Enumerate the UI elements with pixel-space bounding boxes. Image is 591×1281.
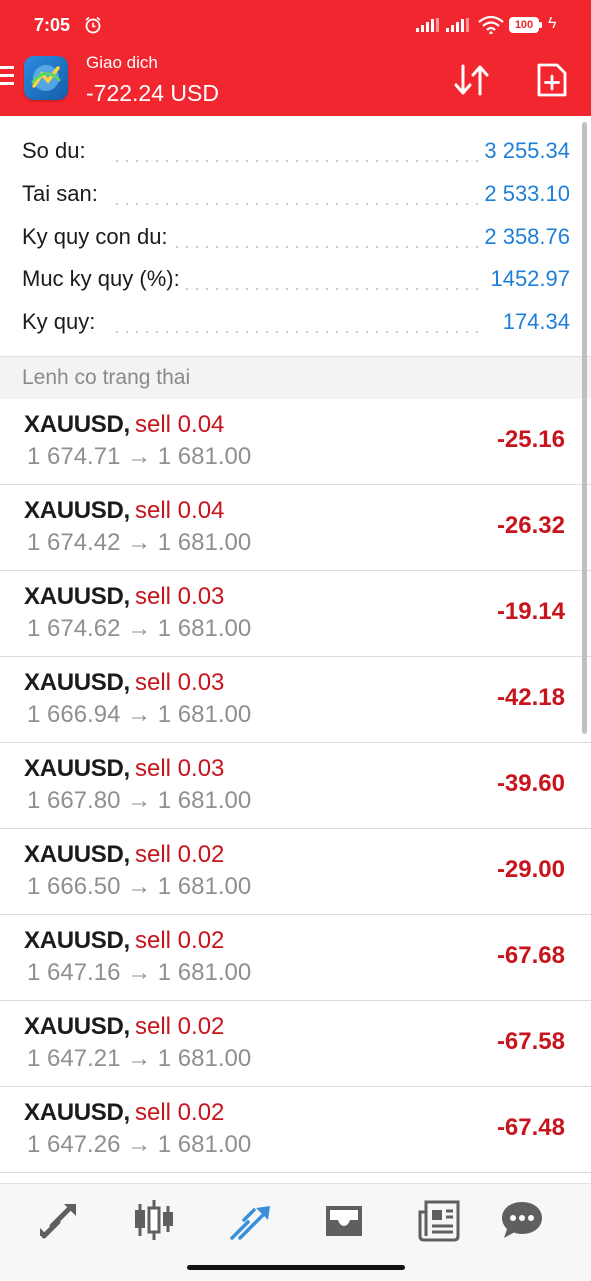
equity-label: Tai san: [22, 181, 104, 207]
quotes-arrows-icon[interactable] [36, 1198, 84, 1242]
wifi-icon [478, 16, 504, 34]
order-prices: 1 647.26 → 1 681.00 [27, 1131, 252, 1158]
order-symbol: XAUUSD, [24, 1099, 130, 1126]
margin-value: 174.34 [496, 309, 570, 335]
balance-label: So du: [22, 138, 92, 164]
order-profit: -39.60 [496, 770, 565, 797]
order-side: sell 0.03 [135, 583, 225, 610]
margin-level-label: Muc ky quy (%): [22, 266, 186, 292]
equity-row: Tai san: 2 533.10 [22, 173, 570, 215]
order-symbol: XAUUSD, [24, 755, 130, 782]
order-symbol: XAUUSD, [24, 411, 130, 438]
signal-icon [416, 18, 439, 32]
order-side: sell 0.04 [135, 411, 225, 438]
order-side: sell 0.02 [135, 927, 225, 954]
order-symbol: XAUUSD, [24, 497, 130, 524]
new-order-icon[interactable] [536, 62, 568, 98]
list-item[interactable]: XAUUSD, sell 0.02 1 647.26 → 1 681.00 -6… [0, 1087, 591, 1173]
margin-level-value: 1452.97 [484, 266, 570, 292]
margin-level-row: Muc ky quy (%): 1452.97 [22, 258, 570, 300]
positions-section-header: Lenh co trang thai [0, 356, 591, 400]
status-bar: 7:05 100 ϟ [0, 0, 591, 52]
order-prices: 1 647.16 → 1 681.00 [27, 959, 252, 986]
order-side: sell 0.03 [135, 755, 225, 782]
order-side: sell 0.03 [135, 669, 225, 696]
order-symbol: XAUUSD, [24, 927, 130, 954]
order-symbol: XAUUSD, [24, 669, 130, 696]
app-logo-icon [24, 56, 68, 100]
alarm-clock-icon [85, 16, 101, 34]
order-profit: -29.00 [496, 856, 565, 883]
section-title: Lenh co trang thai [22, 366, 191, 389]
order-symbol: XAUUSD, [24, 841, 130, 868]
order-prices: 1 667.80 → 1 681.00 [27, 787, 252, 814]
equity-value: 2 533.10 [478, 181, 570, 207]
order-side: sell 0.02 [135, 841, 225, 868]
balance-row: So du: 3 255.34 [22, 130, 570, 172]
floating-profit: -722.24 USD [86, 80, 219, 106]
free-margin-label: Ky quy con du: [22, 224, 174, 250]
list-item[interactable]: XAUUSD, sell 0.03 1 674.62 → 1 681.00 -1… [0, 571, 591, 657]
order-prices: 1 647.21 → 1 681.00 [27, 1045, 252, 1072]
order-prices: 1 674.42 → 1 681.00 [27, 529, 252, 556]
account-summary: So du: 3 255.34 Tai san: 2 533.10 Ky quy… [0, 116, 591, 356]
margin-row: Ky quy: 174.34 [22, 301, 570, 343]
list-item[interactable]: XAUUSD, sell 0.02 1 647.16 → 1 681.00 -6… [0, 915, 591, 1001]
order-profit: -25.16 [496, 426, 565, 453]
top-bar: 7:05 100 ϟ Giao dich -722.24 USD [0, 0, 591, 116]
order-prices: 1 674.71 → 1 681.00 [27, 443, 252, 470]
order-profit: -67.48 [496, 1114, 565, 1141]
list-item[interactable]: XAUUSD, sell 0.02 1 647.21 → 1 681.00 -6… [0, 1001, 591, 1087]
charging-icon: ϟ [548, 15, 557, 32]
order-prices: 1 666.94 → 1 681.00 [27, 701, 252, 728]
order-profit: -67.68 [496, 942, 565, 969]
chat-icon[interactable] [498, 1198, 546, 1242]
list-item[interactable]: XAUUSD, sell 0.02 1 666.50 → 1 681.00 -2… [0, 829, 591, 915]
order-symbol: XAUUSD, [24, 1013, 130, 1040]
order-side: sell 0.02 [135, 1013, 225, 1040]
free-margin-row: Ky quy con du: 2 358.76 [22, 216, 570, 258]
scrollbar[interactable] [582, 122, 587, 734]
order-side: sell 0.04 [135, 497, 225, 524]
list-item[interactable]: XAUUSD, sell 0.03 1 666.94 → 1 681.00 -4… [0, 657, 591, 743]
order-side: sell 0.02 [135, 1099, 225, 1126]
menu-icon[interactable] [0, 66, 14, 88]
status-time: 7:05 [34, 15, 71, 35]
news-icon[interactable] [416, 1198, 464, 1242]
dot-leader [112, 203, 480, 205]
balance-value: 3 255.34 [478, 138, 570, 164]
screen-title: Giao dich [86, 53, 158, 72]
positions-list[interactable]: XAUUSD, sell 0.04 1 674.71 → 1 681.00 -2… [0, 399, 591, 1173]
battery-icon: 100 [509, 17, 542, 33]
dot-leader [112, 331, 480, 333]
home-indicator[interactable] [187, 1265, 405, 1270]
trade-icon[interactable] [226, 1198, 274, 1242]
order-profit: -42.18 [496, 684, 565, 711]
order-profit: -67.58 [496, 1028, 565, 1055]
order-symbol: XAUUSD, [24, 583, 130, 610]
signal-icon-2 [446, 18, 469, 32]
list-item[interactable]: XAUUSD, sell 0.03 1 667.80 → 1 681.00 -3… [0, 743, 591, 829]
order-prices: 1 666.50 → 1 681.00 [27, 873, 252, 900]
margin-label: Ky quy: [22, 309, 102, 335]
order-prices: 1 674.62 → 1 681.00 [27, 615, 252, 642]
free-margin-value: 2 358.76 [478, 224, 570, 250]
list-item[interactable]: XAUUSD, sell 0.04 1 674.42 → 1 681.00 -2… [0, 485, 591, 571]
order-profit: -26.32 [496, 512, 565, 539]
inbox-icon[interactable] [320, 1198, 368, 1242]
dot-leader [112, 160, 480, 162]
order-profit: -19.14 [496, 598, 565, 625]
sort-icon[interactable] [452, 62, 492, 98]
candlestick-icon[interactable] [130, 1198, 178, 1242]
list-item[interactable]: XAUUSD, sell 0.04 1 674.71 → 1 681.00 -2… [0, 399, 591, 485]
